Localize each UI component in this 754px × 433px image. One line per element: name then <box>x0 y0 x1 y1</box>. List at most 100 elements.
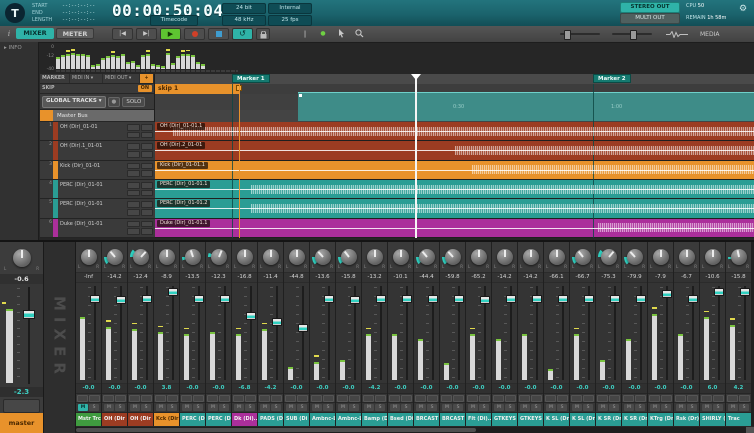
fader-handle[interactable] <box>168 288 178 296</box>
send-button[interactable] <box>649 395 660 402</box>
fader-handle[interactable] <box>714 288 724 296</box>
midi-in-selector[interactable]: MIDI IN ▾ <box>70 74 103 83</box>
solo-button[interactable]: S <box>713 404 723 411</box>
send-button[interactable] <box>141 395 152 402</box>
send-button[interactable] <box>467 395 478 402</box>
send-button[interactable] <box>727 395 738 402</box>
arm-record-button[interactable]: ● <box>108 97 121 107</box>
channel-strip[interactable]: LR-Inf-0.0MSMstr Trck <box>76 242 101 426</box>
solo-button[interactable]: S <box>505 404 515 411</box>
fader-track[interactable] <box>718 286 720 380</box>
send-button[interactable] <box>389 395 400 402</box>
send-button[interactable] <box>635 395 646 402</box>
solo-button[interactable]: S <box>89 404 99 411</box>
section-handle[interactable] <box>299 94 302 97</box>
solo-button[interactable]: S <box>349 404 359 411</box>
solo-button[interactable]: S <box>557 404 567 411</box>
track-mini-button[interactable] <box>141 132 154 139</box>
clip-lane[interactable]: Duke (Dir)_01-01.1 <box>155 219 754 238</box>
mute-button[interactable]: M <box>78 404 88 411</box>
send-button[interactable] <box>259 395 270 402</box>
channel-name-label[interactable]: Kck (Dir) <box>154 413 179 426</box>
send-button[interactable] <box>531 395 542 402</box>
channel-strip[interactable]: LR-7.9-0.0MSKTrg (Dr) <box>648 242 673 426</box>
track-mini-button[interactable] <box>141 209 154 216</box>
send-button[interactable] <box>337 395 348 402</box>
automation-icon[interactable]: ● <box>316 29 330 39</box>
channel-strip[interactable]: LR-10.1-0.0MSBsed (Di <box>388 242 413 426</box>
channel-name-label[interactable]: SHIRLY (D <box>700 413 725 426</box>
fader-handle[interactable] <box>272 318 282 326</box>
track-mini-button[interactable] <box>141 151 154 158</box>
info-icon[interactable]: i <box>2 29 16 39</box>
track-mini-button[interactable] <box>127 228 140 235</box>
clip-lane[interactable]: Kick (Dir)_01-01.1 <box>155 161 754 180</box>
channel-strip[interactable]: LR-10.66.0MSSHIRLY (D <box>700 242 725 426</box>
mute-button[interactable]: M <box>494 404 504 411</box>
track-mini-button[interactable] <box>141 124 154 131</box>
send-button[interactable] <box>245 395 256 402</box>
send-button[interactable] <box>597 395 608 402</box>
fader-handle[interactable] <box>636 295 646 303</box>
send-button[interactable] <box>297 395 308 402</box>
mute-button[interactable]: M <box>390 404 400 411</box>
send-button[interactable] <box>519 395 530 402</box>
mute-button[interactable]: M <box>208 404 218 411</box>
fader-handle[interactable] <box>584 295 594 303</box>
fader-handle[interactable] <box>220 295 230 303</box>
channel-strip[interactable]: LR-14.2-0.0MSGTKEYS (D <box>492 242 517 426</box>
solo-button[interactable]: S <box>661 404 671 411</box>
track-mini-button[interactable] <box>127 201 140 208</box>
master-fader-track[interactable] <box>28 287 30 384</box>
channel-strip[interactable]: LR-12.4-0.0MSOH (Dir <box>128 242 153 426</box>
send-button[interactable] <box>609 395 620 402</box>
solo-button[interactable]: S <box>245 404 255 411</box>
channel-name-label[interactable]: PERC (Di <box>206 413 231 426</box>
master-fader-handle[interactable] <box>23 310 35 319</box>
track-mini-button[interactable] <box>127 209 140 216</box>
channel-strip[interactable]: LR-8.93.8MSKck (Dir) <box>154 242 179 426</box>
fader-handle[interactable] <box>532 295 542 303</box>
fader-handle[interactable] <box>298 324 308 332</box>
solo-button[interactable]: S <box>401 404 411 411</box>
tab-meter[interactable]: METER <box>56 28 94 39</box>
track-header[interactable]: 1OH (Dir)_01-01 <box>40 122 155 141</box>
solo-button[interactable]: S <box>115 404 125 411</box>
fader-handle[interactable] <box>506 295 516 303</box>
send-button[interactable] <box>701 395 712 402</box>
channel-name-label[interactable]: PADS (Di <box>258 413 283 426</box>
mute-button[interactable]: M <box>286 404 296 411</box>
sample-rate-button[interactable]: 48 kHz <box>222 15 266 26</box>
send-button[interactable] <box>493 395 504 402</box>
solo-button[interactable]: S <box>271 404 281 411</box>
channel-name-label[interactable]: Rsk (Dr)... <box>674 413 699 426</box>
timecode-mode-button[interactable]: Timecode <box>150 15 198 26</box>
channel-name-label[interactable]: SUB (Di <box>284 413 309 426</box>
solo-button[interactable]: SOLO <box>122 97 145 107</box>
track-mini-button[interactable] <box>141 163 154 170</box>
clip-lane[interactable]: PERC (Dir)_01-01.2 <box>155 199 754 218</box>
skip-on-button[interactable]: ON <box>138 85 152 92</box>
channel-strip[interactable]: LR-75.3-0.0MSK SR (Dr) <box>596 242 621 426</box>
master-mute-button[interactable] <box>3 399 40 413</box>
channel-name-label[interactable]: K SR (Dr) <box>596 413 621 426</box>
fader-handle[interactable] <box>324 295 334 303</box>
track-mini-button[interactable] <box>141 143 154 150</box>
track-mini-button[interactable] <box>127 170 140 177</box>
channel-strip[interactable]: LR-66.1-0.0MSK SL (Dr) <box>544 242 569 426</box>
playhead[interactable] <box>415 74 417 238</box>
channel-name-label[interactable]: PERC (Di <box>180 413 205 426</box>
send-button[interactable] <box>193 395 204 402</box>
channel-name-label[interactable]: Bsed (Di <box>388 413 413 426</box>
play-button[interactable]: ▶ <box>160 28 181 40</box>
fader-handle[interactable] <box>662 290 672 298</box>
settings-icon[interactable]: ⚙ <box>737 3 749 15</box>
mute-button[interactable]: M <box>364 404 374 411</box>
fader-track[interactable] <box>744 286 746 380</box>
mixer-scrollbar[interactable] <box>76 427 754 433</box>
channel-strip[interactable]: LR-13.2-4.2MSBamp (Di <box>362 242 387 426</box>
send-button[interactable] <box>441 395 452 402</box>
track-mini-button[interactable] <box>141 201 154 208</box>
send-button[interactable] <box>207 395 218 402</box>
channel-strip[interactable]: LR-15.84.2MSTrac <box>726 242 751 426</box>
